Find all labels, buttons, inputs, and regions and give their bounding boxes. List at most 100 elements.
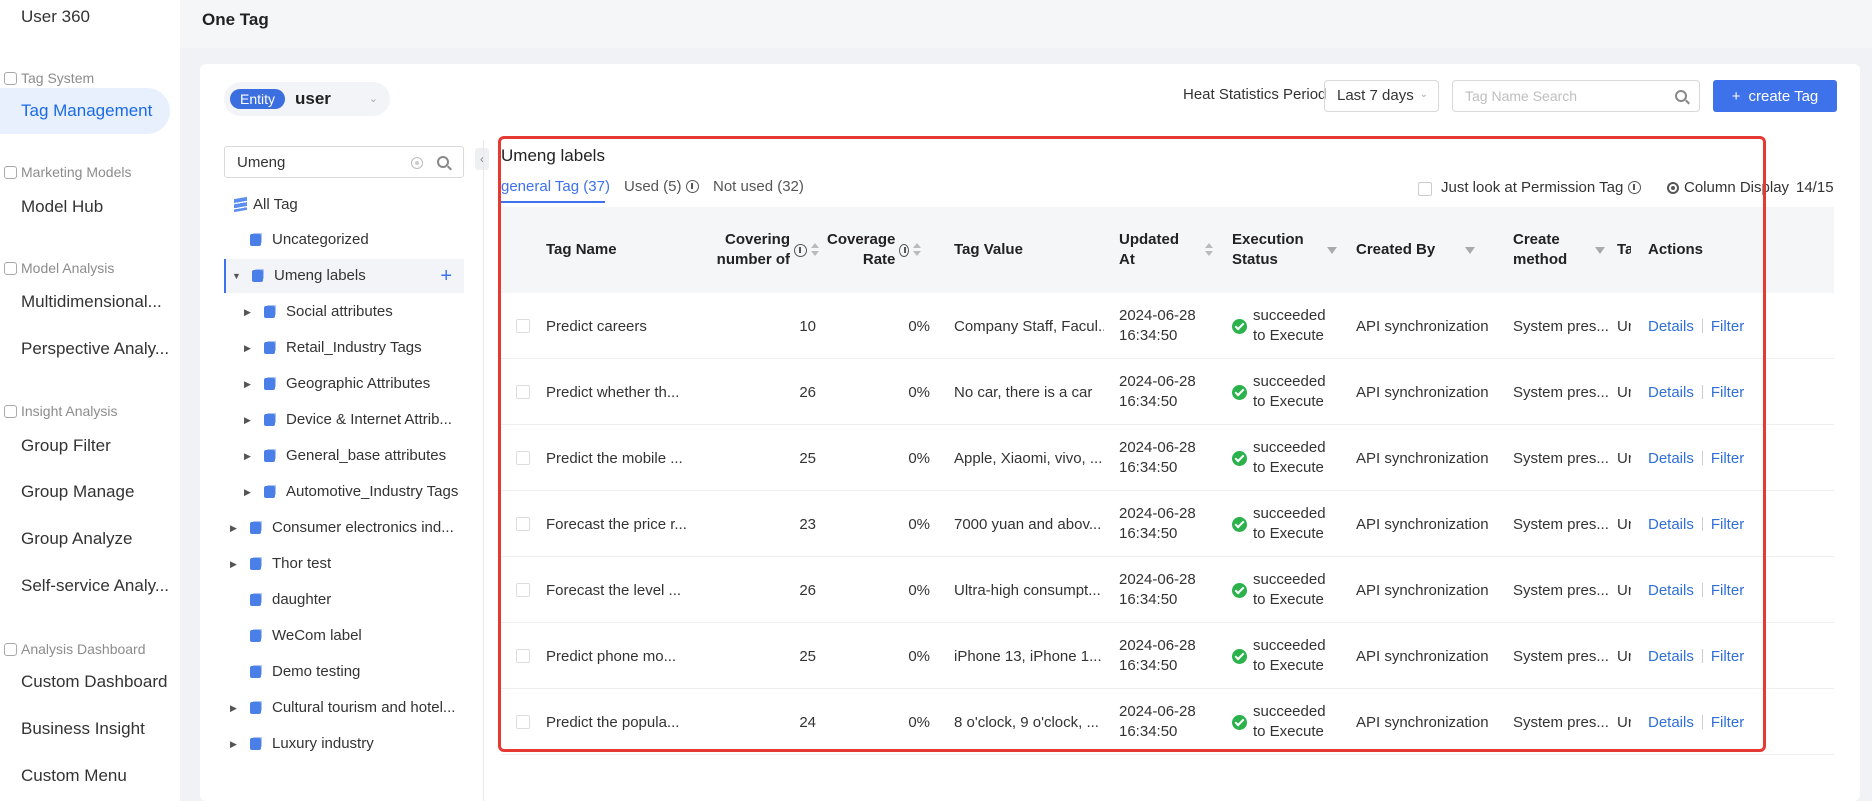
sort-icon[interactable] — [1205, 243, 1213, 257]
nav-item-group-filter[interactable]: Group Filter — [0, 423, 180, 469]
tree-node[interactable]: ▶ Retail_Industry Tags — [224, 331, 464, 365]
tree-node[interactable]: ▶ Geographic Attributes — [224, 367, 464, 401]
caret-right-icon[interactable]: ▶ — [230, 727, 237, 761]
filter-link[interactable]: Filter — [1711, 648, 1744, 665]
filter-icon[interactable] — [1595, 246, 1605, 254]
tab-not-used[interactable]: Not used (32) — [713, 178, 804, 195]
nav-item-user-360[interactable]: User 360 — [0, 0, 180, 40]
details-link[interactable]: Details — [1648, 714, 1694, 731]
caret-right-icon[interactable]: ▶ — [244, 403, 251, 437]
row-checkbox[interactable] — [516, 583, 530, 597]
tree-node[interactable]: daughter — [224, 583, 464, 617]
details-link[interactable]: Details — [1648, 582, 1694, 599]
row-checkbox[interactable] — [516, 649, 530, 663]
tag-search-input[interactable] — [1453, 81, 1653, 111]
th-covering-number[interactable]: Covering number of — [681, 230, 819, 270]
tree-node[interactable]: Demo testing — [224, 655, 464, 689]
caret-right-icon[interactable]: ▶ — [244, 331, 251, 365]
tree-node[interactable]: WeCom label — [224, 619, 464, 653]
cell-create-method: System pres... — [1513, 383, 1608, 401]
row-checkbox[interactable] — [516, 451, 530, 465]
permission-checkbox[interactable] — [1418, 182, 1432, 196]
folder-icon — [264, 450, 275, 462]
tree-node[interactable]: ▶ Device & Internet Attrib... — [224, 403, 464, 437]
nav-item-custom-menu[interactable]: Custom Menu — [0, 753, 180, 799]
create-tag-button[interactable]: + create Tag — [1713, 80, 1837, 112]
th-execution-status[interactable]: Execution Status — [1232, 230, 1337, 270]
group-icon — [4, 642, 17, 656]
th-created-by[interactable]: Created By — [1356, 240, 1481, 260]
details-link[interactable]: Details — [1648, 516, 1694, 533]
nav-item-business-insight[interactable]: Business Insight — [0, 706, 180, 752]
entity-selector[interactable]: Entity user ⌄ — [224, 82, 390, 116]
filter-icon[interactable] — [1465, 246, 1475, 254]
caret-down-icon[interactable]: ▼ — [232, 259, 241, 293]
caret-right-icon[interactable]: ▶ — [230, 691, 237, 725]
caret-right-icon[interactable]: ▶ — [244, 439, 251, 473]
th-updated-at[interactable]: Updated At — [1119, 230, 1219, 270]
th-coverage-rate[interactable]: Coverage Rate — [827, 230, 921, 270]
filter-link[interactable]: Filter — [1711, 318, 1744, 335]
check-circle-icon — [1232, 384, 1247, 400]
clear-icon[interactable] — [411, 157, 423, 169]
filter-link[interactable]: Filter — [1711, 582, 1744, 599]
tab-used[interactable]: Used (5) — [624, 178, 699, 195]
tree-node[interactable]: ▼ Umeng labels + — [224, 259, 464, 293]
tree-node[interactable]: ▶ Thor test — [224, 547, 464, 581]
tree-search-input[interactable] — [225, 147, 405, 177]
row-checkbox[interactable] — [516, 517, 530, 531]
nav-item-label: Custom Dashboard — [21, 672, 168, 691]
filter-icon[interactable] — [1327, 246, 1337, 254]
filter-link[interactable]: Filter — [1711, 384, 1744, 401]
details-link[interactable]: Details — [1648, 450, 1694, 467]
filter-link[interactable]: Filter — [1711, 714, 1744, 731]
cell-tag-name: Predict whether th... — [546, 383, 680, 401]
row-checkbox[interactable] — [516, 385, 530, 399]
caret-right-icon[interactable]: ▶ — [244, 295, 251, 329]
page-header: One Tag — [180, 0, 1872, 48]
status-line-2: to Execute — [1253, 591, 1324, 608]
cell-time: 16:34:50 — [1119, 459, 1178, 476]
cell-tag-value: No car, there is a car — [954, 383, 1093, 401]
nav-item-self-service-analy[interactable]: Self-service Analy... — [0, 563, 180, 609]
column-display-button[interactable]: Column Display — [1667, 179, 1789, 196]
nav-item-model-hub[interactable]: Model Hub — [0, 184, 180, 230]
tree-node[interactable]: ▶ Consumer electronics ind... — [224, 511, 464, 545]
nav-item-group-analyze[interactable]: Group Analyze — [0, 516, 180, 562]
filter-link[interactable]: Filter — [1711, 516, 1744, 533]
row-checkbox[interactable] — [516, 715, 530, 729]
sort-icon[interactable] — [913, 243, 921, 257]
add-child-icon[interactable]: + — [440, 259, 452, 293]
nav-item-multidimensional[interactable]: Multidimensional... — [0, 279, 180, 325]
nav-item-perspective-analy[interactable]: Perspective Analy... — [0, 326, 180, 372]
tree-node[interactable]: ▶ General_base attributes — [224, 439, 464, 473]
caret-right-icon[interactable]: ▶ — [244, 475, 251, 509]
details-link[interactable]: Details — [1648, 318, 1694, 335]
caret-right-icon[interactable]: ▶ — [230, 511, 237, 545]
tab-general-tag[interactable]: general Tag (37) — [501, 178, 610, 195]
period-select[interactable]: Last 7 days ⌄ — [1324, 80, 1439, 112]
caret-right-icon[interactable]: ▶ — [230, 547, 237, 581]
tree-node[interactable]: ▶ Luxury industry — [224, 727, 464, 761]
tree-node[interactable]: ▶ Cultural tourism and hotel... — [224, 691, 464, 725]
status-line-1: succeeded — [1253, 571, 1326, 588]
collapse-panel-button[interactable]: ‹ — [475, 148, 489, 170]
tree-node[interactable]: ▶ Automotive_Industry Tags — [224, 475, 464, 509]
caret-right-icon[interactable]: ▶ — [244, 367, 251, 401]
search-icon[interactable] — [1675, 90, 1687, 102]
search-icon[interactable] — [437, 156, 449, 168]
tree-node[interactable]: Uncategorized — [224, 223, 464, 257]
details-link[interactable]: Details — [1648, 648, 1694, 665]
sort-icon[interactable] — [811, 243, 819, 257]
row-checkbox[interactable] — [516, 319, 530, 333]
action-separator — [1701, 649, 1703, 663]
details-link[interactable]: Details — [1648, 384, 1694, 401]
all-tag-item[interactable]: All Tag — [234, 196, 298, 213]
nav-item-tag-management[interactable]: Tag Management — [0, 88, 170, 134]
th-create-method[interactable]: Create method — [1513, 230, 1605, 270]
nav-item-group-manage[interactable]: Group Manage — [0, 469, 180, 515]
tree-node[interactable]: ▶ Social attributes — [224, 295, 464, 329]
filter-link[interactable]: Filter — [1711, 450, 1744, 467]
cell-actions: Details Filter — [1648, 491, 1768, 557]
nav-item-custom-dashboard[interactable]: Custom Dashboard — [0, 659, 180, 705]
